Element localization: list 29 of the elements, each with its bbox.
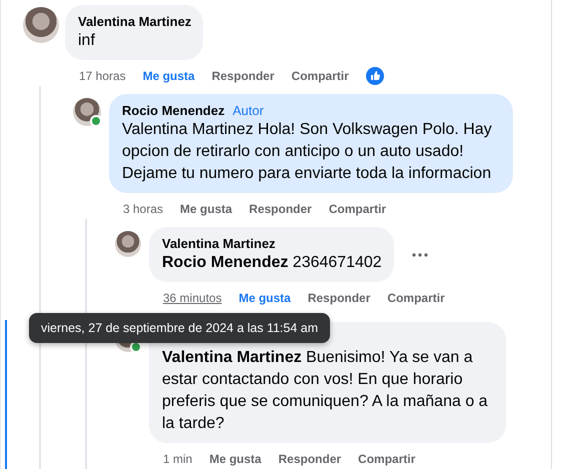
action-link[interactable]: Me gusta — [238, 291, 291, 305]
comment-text: Rocio Menendez 2364671402 — [162, 253, 382, 273]
action-link[interactable]: Compartir — [291, 69, 349, 83]
timestamp-link[interactable]: 17 horas — [79, 69, 126, 83]
action-link[interactable]: Compartir — [387, 291, 445, 305]
author-label: Autor — [232, 103, 264, 118]
author-name[interactable]: Valentina Martinez — [162, 236, 276, 251]
action-link[interactable]: Responder — [278, 452, 342, 466]
action-link[interactable]: Compartir — [358, 452, 416, 466]
comment-text: Valentina Martinez Buenisimo! Ya se van a estar contactando con vos! En que horario preferis que se comuniquen? A la mañana o a la tarde? — [162, 348, 489, 434]
timestamp-link[interactable]: 3 horas — [123, 202, 164, 216]
action-link[interactable]: Me gusta — [180, 202, 232, 216]
action-link[interactable]: Me gusta — [142, 69, 195, 83]
author-name[interactable]: Rocio Menendez — [122, 103, 225, 118]
action-link[interactable]: Responder — [212, 69, 274, 83]
comment-text: inf — [78, 31, 96, 51]
action-link[interactable]: Responder — [249, 202, 312, 216]
timestamp-tooltip: viernes, 27 de septiembre de 2024 a las 11:54 am — [29, 313, 330, 343]
author-name[interactable]: Valentina Martinez — [78, 14, 192, 29]
avatar[interactable] — [115, 231, 141, 257]
like-reaction-icon[interactable] — [366, 67, 384, 85]
timestamp-link[interactable]: 36 minutos — [163, 291, 222, 305]
action-link[interactable]: Compartir — [328, 202, 386, 216]
timestamp-link[interactable]: 1 min — [163, 452, 192, 466]
comment-text: Valentina Martinez Hola! Son Volkswagen Polo. Hay opcion de retirarlo con anticipo o un auto usado! Dejame tu numero para enviarte toda la informacion — [122, 120, 493, 184]
action-link[interactable]: Me gusta — [209, 452, 262, 466]
avatar[interactable] — [73, 98, 101, 126]
avatar[interactable] — [23, 7, 59, 43]
action-link[interactable]: Responder — [308, 291, 370, 305]
